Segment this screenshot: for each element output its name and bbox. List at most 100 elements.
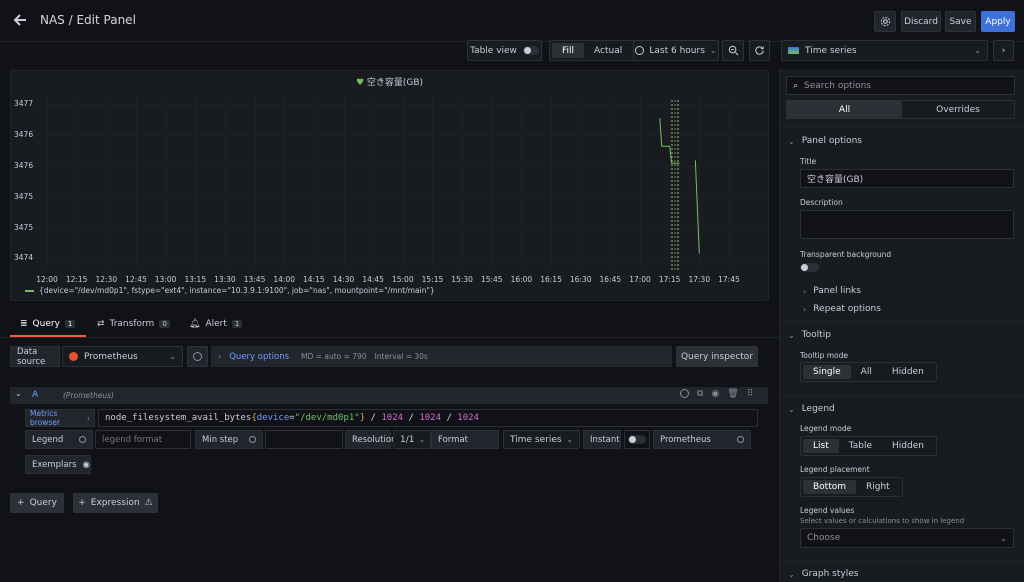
chevron-down-icon: ⌄ xyxy=(788,136,795,146)
query-row-actions: ⧉ ◉ 🗑︎ ⠿ xyxy=(680,389,753,399)
add-expression-label: Expression xyxy=(90,498,140,508)
format-label: Format xyxy=(431,430,499,449)
legend-section[interactable]: ⌄ Legend xyxy=(788,404,835,414)
query-options-bar[interactable]: › Query options MD = auto = 790 Interval… xyxy=(211,346,672,367)
data-source-help-button[interactable] xyxy=(187,346,208,367)
trash-icon[interactable]: 🗑︎ xyxy=(727,389,738,399)
exemplars-label: Exemplars xyxy=(32,459,77,470)
series-line[interactable] xyxy=(659,118,680,164)
chevron-down-icon: ⌄ xyxy=(566,435,573,444)
expr-n2: 1024 xyxy=(419,413,442,423)
options-divider xyxy=(779,126,1024,127)
legend-placement-bottom[interactable]: Bottom xyxy=(803,480,857,494)
tab-query-label: Query xyxy=(32,319,60,329)
title-input[interactable]: 空き容量(GB) xyxy=(800,169,1014,188)
instant-switch[interactable] xyxy=(624,430,650,449)
tab-alert[interactable]: 🔔︎ Alert 1 xyxy=(189,319,243,329)
plus-icon: + xyxy=(17,498,25,508)
format-select[interactable]: Time series ⌄ xyxy=(503,430,580,449)
eye-icon[interactable]: ◉ xyxy=(711,389,719,399)
promql-editor[interactable]: node_filesystem_avail_bytes{device = "/dev… xyxy=(98,409,758,427)
series-line[interactable] xyxy=(694,160,700,254)
legend-format-input[interactable] xyxy=(95,430,191,449)
min-step-input[interactable] xyxy=(265,430,343,449)
add-query-button[interactable]: + Query xyxy=(10,493,64,513)
legend[interactable]: {device="/dev/md0p1", fstype="ext4", ins… xyxy=(25,286,435,295)
tooltip-mode-all[interactable]: All xyxy=(851,365,882,379)
transparent-switch[interactable] xyxy=(800,263,819,272)
panel-options-title: Panel options xyxy=(801,136,862,146)
query-source: (Prometheus) xyxy=(63,391,114,400)
query-options-label: Query options xyxy=(229,351,290,362)
description-textarea[interactable] xyxy=(800,210,1014,239)
duplicate-icon[interactable]: ⧉ xyxy=(697,389,703,399)
add-expression-button[interactable]: + Expression ⚠ xyxy=(73,493,158,513)
legend-color-swatch xyxy=(25,289,34,292)
tab-query[interactable]: ≣ Query 1 xyxy=(20,319,76,329)
chevron-right-icon: › xyxy=(218,352,222,361)
search-options-input[interactable]: ⌕ Search options xyxy=(786,76,1015,95)
info-icon xyxy=(737,436,744,443)
chevron-right-icon: › xyxy=(87,413,90,423)
bell-icon: 🔔︎ xyxy=(189,319,201,329)
expr-op2: / xyxy=(403,413,420,423)
chevron-down-icon: ⌄ xyxy=(169,352,176,361)
data-source-label: Data source xyxy=(10,346,60,367)
tooltip-title: Tooltip xyxy=(801,330,831,340)
query-collapse-icon[interactable]: ⌄ xyxy=(15,389,22,398)
legend-label-cell: Legend xyxy=(25,430,93,449)
prometheus-type-cell: Prometheus xyxy=(653,430,751,449)
min-step-label-cell: Min step xyxy=(195,430,263,449)
md-info: MD = auto = 790 xyxy=(301,352,367,361)
data-source-picker[interactable]: Prometheus ⌄ xyxy=(62,346,183,367)
metrics-browser-button[interactable]: Metrics browser › xyxy=(25,409,95,427)
legend-mode-radio: List Table Hidden xyxy=(800,436,937,456)
tabs-divider xyxy=(0,337,779,338)
resolution-select[interactable]: 1/1 ⌄ xyxy=(393,430,431,449)
panel-links-item[interactable]: › Panel links xyxy=(803,286,861,296)
expr-metric: node_filesystem_avail_bytes xyxy=(105,413,252,423)
legend-values-placeholder: Choose xyxy=(807,533,841,543)
description-label: Description xyxy=(800,198,843,207)
prometheus-type-label: Prometheus xyxy=(660,434,711,445)
query-inspector-button[interactable]: Query inspector xyxy=(676,346,758,367)
resolution-value: 1/1 xyxy=(400,434,415,445)
title-input-value: 空き容量(GB) xyxy=(807,175,864,185)
options-divider xyxy=(779,321,1024,322)
help-icon[interactable] xyxy=(680,389,689,398)
tab-all[interactable]: All xyxy=(787,101,902,118)
instant-label: Instant xyxy=(583,430,621,449)
graph-styles-section[interactable]: ⌄ Graph styles xyxy=(788,569,858,579)
add-query-label: Query xyxy=(29,498,57,508)
legend-values-select[interactable]: Choose ⌄ xyxy=(800,528,1014,548)
exemplars-toggle[interactable]: Exemplars ◉ xyxy=(25,455,91,474)
tooltip-mode-single[interactable]: Single xyxy=(803,365,851,379)
expr-op3: / xyxy=(441,413,458,423)
query-ref-id[interactable]: A xyxy=(32,390,38,400)
tooltip-mode-hidden[interactable]: Hidden xyxy=(882,365,934,379)
tab-transform[interactable]: ⇄ Transform 0 xyxy=(97,319,170,329)
legend-placement-right[interactable]: Right xyxy=(856,480,900,494)
transform-icon: ⇄ xyxy=(97,319,105,329)
interval-info: Interval = 30s xyxy=(374,352,428,361)
chevron-down-icon: ⌄ xyxy=(788,404,795,414)
expr-n3: 1024 xyxy=(457,413,479,423)
tooltip-section[interactable]: ⌄ Tooltip xyxy=(788,330,831,340)
tab-overrides[interactable]: Overrides xyxy=(902,101,1014,118)
legend-mode-hidden[interactable]: Hidden xyxy=(882,439,934,453)
tab-alert-count: 1 xyxy=(231,320,243,328)
repeat-options-item[interactable]: › Repeat options xyxy=(803,304,881,314)
info-icon xyxy=(249,436,256,443)
legend-mode-label: Legend mode xyxy=(800,424,852,433)
expr-label-key: device xyxy=(256,413,290,423)
panel-options-section[interactable]: ⌄ Panel options xyxy=(788,136,862,146)
min-step-label: Min step xyxy=(202,434,239,445)
format-value: Time series xyxy=(510,434,562,445)
drag-handle-icon[interactable]: ⠿ xyxy=(747,389,754,399)
legend-mode-list[interactable]: List xyxy=(803,439,839,453)
eye-icon: ◉ xyxy=(82,459,90,470)
legend-mode-table[interactable]: Table xyxy=(839,439,882,453)
tab-query-count: 1 xyxy=(64,320,76,328)
search-icon: ⌕ xyxy=(793,80,799,91)
tooltip-mode-radio: Single All Hidden xyxy=(800,362,937,382)
